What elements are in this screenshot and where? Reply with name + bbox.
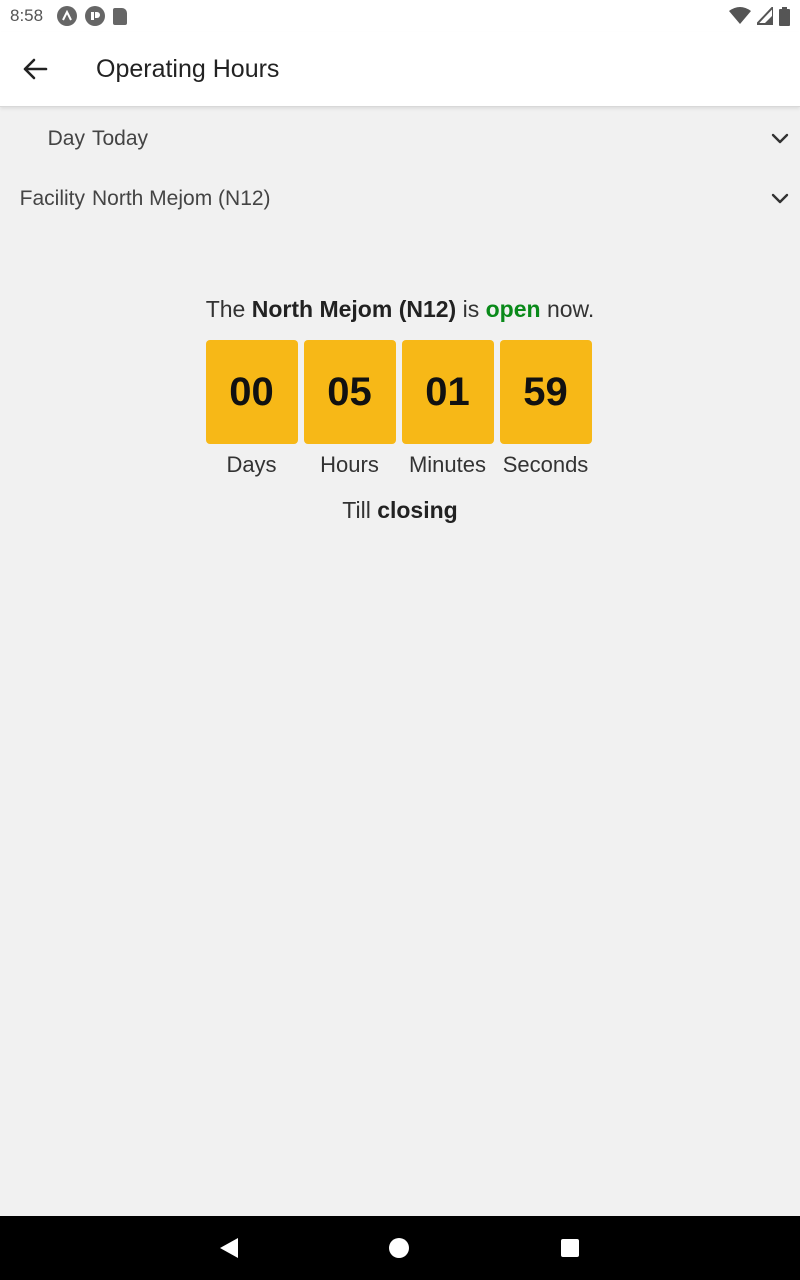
arrow-back-icon — [23, 58, 48, 80]
day-label: Day — [47, 127, 85, 150]
cell-signal-icon — [757, 7, 773, 25]
day-selector[interactable]: Day Today — [0, 114, 800, 164]
status-icons-right — [729, 6, 790, 26]
countdown-label: Hours — [320, 452, 379, 477]
countdown-seconds: 59 Seconds — [499, 340, 592, 478]
page-title: Operating Hours — [96, 54, 280, 83]
status-middle: is — [462, 296, 480, 322]
countdown-label: Days — [226, 452, 277, 477]
till-closing-text: Till closing — [0, 497, 800, 524]
sd-card-icon — [113, 7, 128, 25]
status-bar: 8:58 — [0, 0, 800, 32]
chevron-down-icon[interactable] — [760, 193, 800, 205]
open-state-word: open — [485, 296, 541, 322]
countdown-value: 00 — [205, 340, 298, 444]
parking-app-icon — [85, 6, 106, 26]
nav-back-button[interactable] — [197, 1216, 261, 1280]
nav-recents-button[interactable] — [538, 1216, 602, 1280]
till-prefix: Till — [342, 497, 371, 523]
countdown-days: 00 Days — [205, 340, 298, 478]
facility-value[interactable]: North Mejom (N12) — [92, 187, 760, 211]
status-prefix: The — [205, 296, 246, 322]
open-status-text: The North Mejom (N12) is open now. — [0, 296, 800, 323]
system-nav-bar — [0, 1216, 800, 1280]
countdown-label: Minutes — [408, 452, 487, 477]
countdown-minutes: 01 Minutes — [401, 340, 494, 478]
countdown-label: Seconds — [502, 452, 589, 477]
countdown-hours: 05 Hours — [303, 340, 396, 478]
day-value[interactable]: Today — [92, 127, 760, 151]
status-icons-left — [57, 6, 128, 26]
countdown-timer: 00 Days 05 Hours 01 Minutes 59 Seconds — [205, 340, 592, 478]
wifi-icon — [729, 7, 751, 24]
countdown-value: 59 — [499, 340, 592, 444]
status-facility-name: North Mejom (N12) — [251, 296, 457, 322]
android-auto-icon — [57, 6, 78, 26]
chevron-down-icon[interactable] — [760, 133, 800, 145]
countdown-value: 01 — [401, 340, 494, 444]
app-bar: Operating Hours — [0, 32, 800, 107]
facility-selector[interactable]: Facility North Mejom (N12) — [0, 174, 800, 224]
countdown-value: 05 — [303, 340, 396, 444]
back-triangle-icon — [220, 1238, 238, 1258]
facility-label: Facility — [19, 187, 85, 210]
home-circle-icon — [389, 1238, 409, 1258]
status-time: 8:58 — [10, 6, 44, 25]
nav-home-button[interactable] — [367, 1216, 431, 1280]
back-button[interactable] — [0, 32, 70, 107]
recents-square-icon — [561, 1239, 579, 1257]
status-suffix: now. — [546, 296, 595, 322]
till-event: closing — [377, 497, 458, 523]
battery-icon — [779, 6, 790, 26]
